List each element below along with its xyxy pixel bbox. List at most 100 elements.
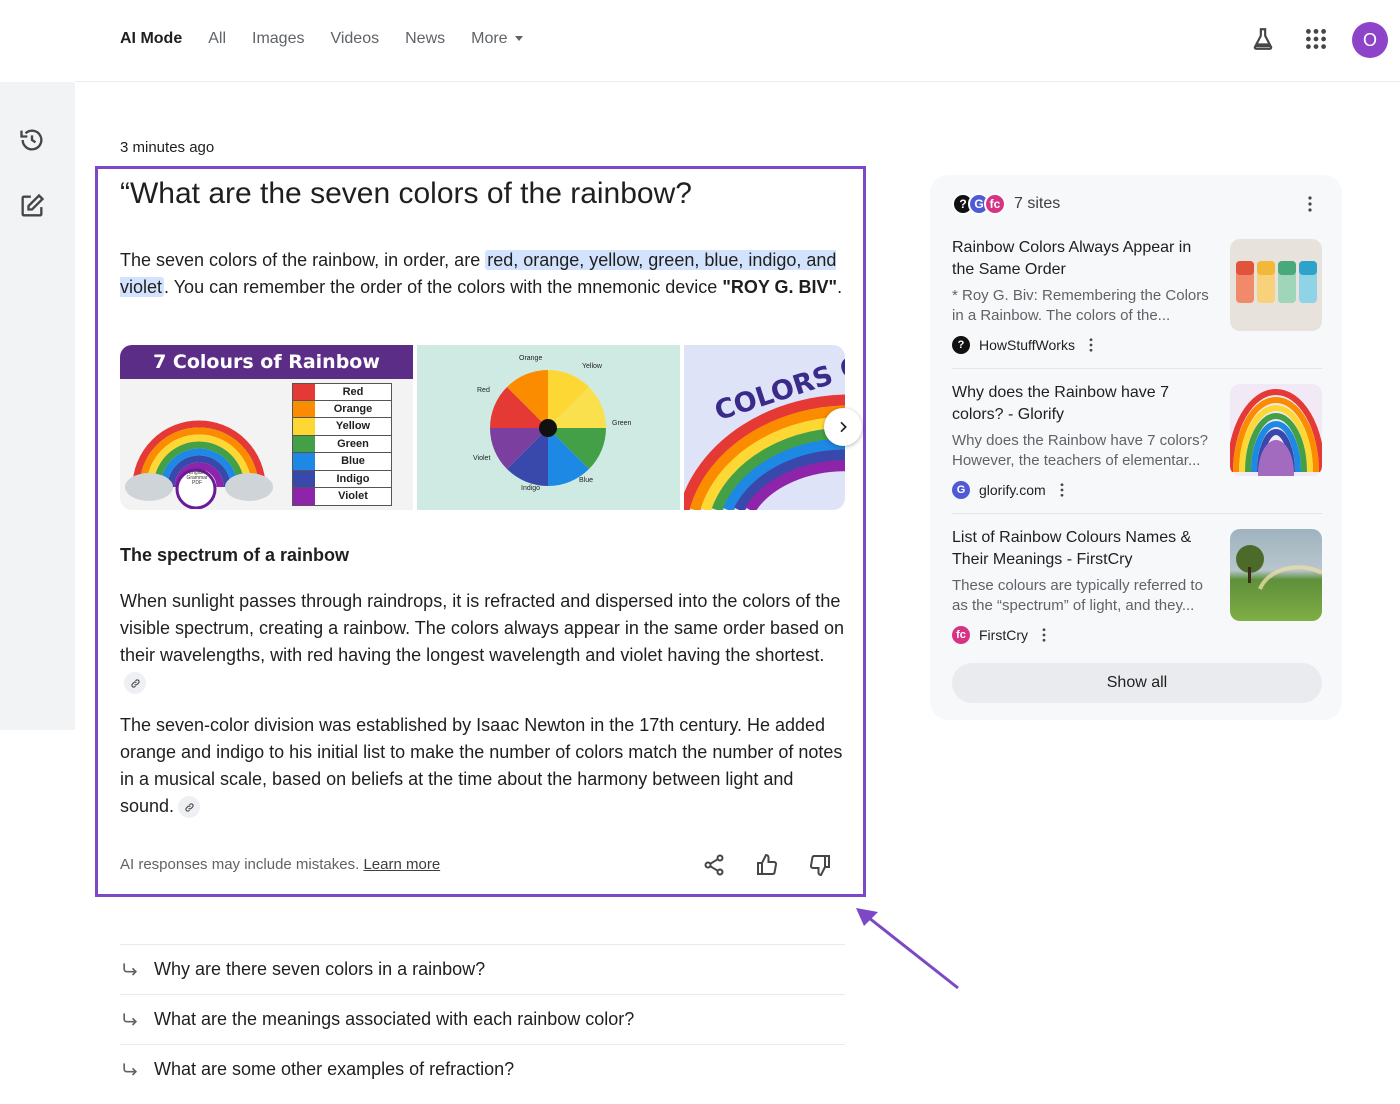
user-question: “What are the seven colors of the rainbo… [120,177,692,210]
ai-answer: The seven colors of the rainbow, in orde… [120,247,845,301]
rail-top-spacer [0,0,75,82]
divider [952,513,1322,514]
landscape-thumbnail [1236,545,1322,590]
tab-videos[interactable]: Videos [330,28,379,50]
source-thumbnail [1230,384,1322,476]
wheel-label: Violet [473,455,491,462]
wheel-label: Orange [519,355,543,362]
tab-ai-mode[interactable]: AI Mode [120,28,182,50]
source-title: List of Rainbow Colours Names & Their Me… [952,529,1192,568]
source-snippet: Why does the Rainbow have 7 colors? Howe… [952,432,1208,469]
howstuffworks-favicon-icon: ? [952,336,970,354]
more-vert-icon[interactable] [1060,483,1064,497]
tab-more[interactable]: More [471,28,523,50]
source-site: fc FirstCry [952,626,1322,644]
source-site: G glorify.com [952,481,1322,499]
source-title: Rainbow Colors Always Appear in the Same… [952,239,1192,278]
color-label: Red [315,384,391,400]
timestamp: 3 minutes ago [120,139,215,156]
image-rainbow-chart[interactable]: 7 Colours of Rainbow English Grammar PDF… [120,345,413,510]
wheel-label: Indigo [521,485,541,492]
paragraph: When sunlight passes through raindrops, … [120,588,845,696]
source-card[interactable]: Rainbow Colors Always Appear in the Same… [952,237,1322,354]
color-label: Blue [315,453,391,470]
apps-grid-icon[interactable] [1303,26,1329,52]
wheel-label: Yellow [582,363,602,370]
show-all-button[interactable]: Show all [952,663,1322,703]
labs-flask-icon[interactable] [1250,26,1276,52]
paragraph-text: When sunlight passes through raindrops, … [120,591,845,665]
source-thumbnail [1230,239,1322,331]
sites-header[interactable]: ? G fc 7 sites [952,193,1060,215]
color-label: Orange [315,400,391,417]
new-chat-icon[interactable] [18,192,46,220]
follow-up-text: What are some other examples of refracti… [154,1059,515,1079]
left-rail [0,0,75,730]
follow-up-item[interactable]: What are the meanings associated with ea… [120,994,845,1044]
source-site-name: glorify.com [979,482,1046,498]
tab-more-label: More [471,30,508,47]
source-card[interactable]: Why does the Rainbow have 7 colors? - Gl… [952,382,1322,499]
source-snippet: These colours are typically referred to … [952,577,1203,614]
follow-up-text: Why are there seven colors in a rainbow? [154,959,486,979]
wheel-label: Red [477,387,490,394]
follow-up-item[interactable]: Why are there seven colors in a rainbow? [120,944,845,994]
answer-mnemonic: "ROY G. BIV" [722,277,838,297]
share-icon[interactable] [702,853,726,877]
wheel-label: Green [612,420,632,427]
tab-all[interactable]: All [208,28,226,50]
subdirectory-arrow-icon [123,1012,138,1026]
color-label: Indigo [315,470,391,487]
image-carousel: 7 Colours of Rainbow English Grammar PDF… [120,345,845,510]
firstcry-favicon-icon: fc [952,626,970,644]
image-colors-rainbow[interactable]: COLORS O [684,345,845,510]
learn-more-link[interactable]: Learn more [363,856,440,873]
source-snippet: * Roy G. Biv: Remembering the Colors in … [952,287,1209,324]
sources-panel: ? G fc 7 sites Rainbow Colors Always App… [930,175,1342,720]
image-color-wheel[interactable]: Orange Yellow Red Green Violet Indigo Bl… [417,345,680,510]
follow-up-questions: Why are there seven colors in a rainbow?… [120,944,845,1094]
caret-down-icon [514,36,523,42]
color-label: Violet [315,488,391,505]
subdirectory-arrow-icon [123,1062,138,1076]
source-site: ? HowStuffWorks [952,336,1322,354]
tab-news[interactable]: News [405,28,445,50]
account-avatar[interactable]: O [1352,22,1388,58]
answer-end: . [837,277,843,297]
chevron-right-icon [840,421,847,433]
carousel-next-button[interactable] [824,408,862,446]
more-vert-icon[interactable] [1042,628,1046,642]
disclaimer: AI responses may include mistakes. Learn… [120,856,440,873]
source-link-chip[interactable] [178,796,201,819]
color-label: Green [315,435,391,452]
rainbow-illustration [125,420,273,509]
color-table: Red Orange Yellow Green Blue Indigo Viol… [292,383,392,506]
source-card[interactable]: List of Rainbow Colours Names & Their Me… [952,527,1322,644]
follow-up-item[interactable]: What are some other examples of refracti… [120,1044,845,1094]
more-vert-icon[interactable] [1089,338,1093,352]
thumbs-up-icon[interactable] [755,853,779,877]
source-title: Why does the Rainbow have 7 colors? - Gl… [952,384,1170,423]
subdirectory-arrow-icon [123,962,138,976]
history-icon[interactable] [18,126,46,154]
source-site-name: FirstCry [979,627,1028,643]
glorify-favicon-icon: G [952,481,970,499]
annotation-arrow [856,908,959,990]
divider [952,368,1322,369]
more-vert-icon[interactable] [1308,196,1312,212]
thumbs-down-icon[interactable] [808,853,832,877]
rainbow-thumbnail [1230,389,1322,476]
tab-images[interactable]: Images [252,28,304,50]
source-link-chip[interactable] [124,672,146,695]
disclaimer-text: AI responses may include mistakes. [120,856,360,873]
source-site-name: HowStuffWorks [979,337,1075,353]
image-badge-text: English Grammar PDF [186,470,208,486]
answer-intro: The seven colors of the rainbow, in orde… [120,250,486,270]
search-tabs: AI Mode All Images Videos News More [120,28,549,50]
top-bar: AI Mode All Images Videos News More O [0,0,1400,82]
paragraph-text: The seven-color division was established… [120,715,843,816]
firstcry-favicon-icon: fc [984,193,1006,215]
link-icon [130,679,140,688]
color-wheel-illustration [490,370,606,486]
paint-swatch-thumbnail [1236,261,1317,303]
